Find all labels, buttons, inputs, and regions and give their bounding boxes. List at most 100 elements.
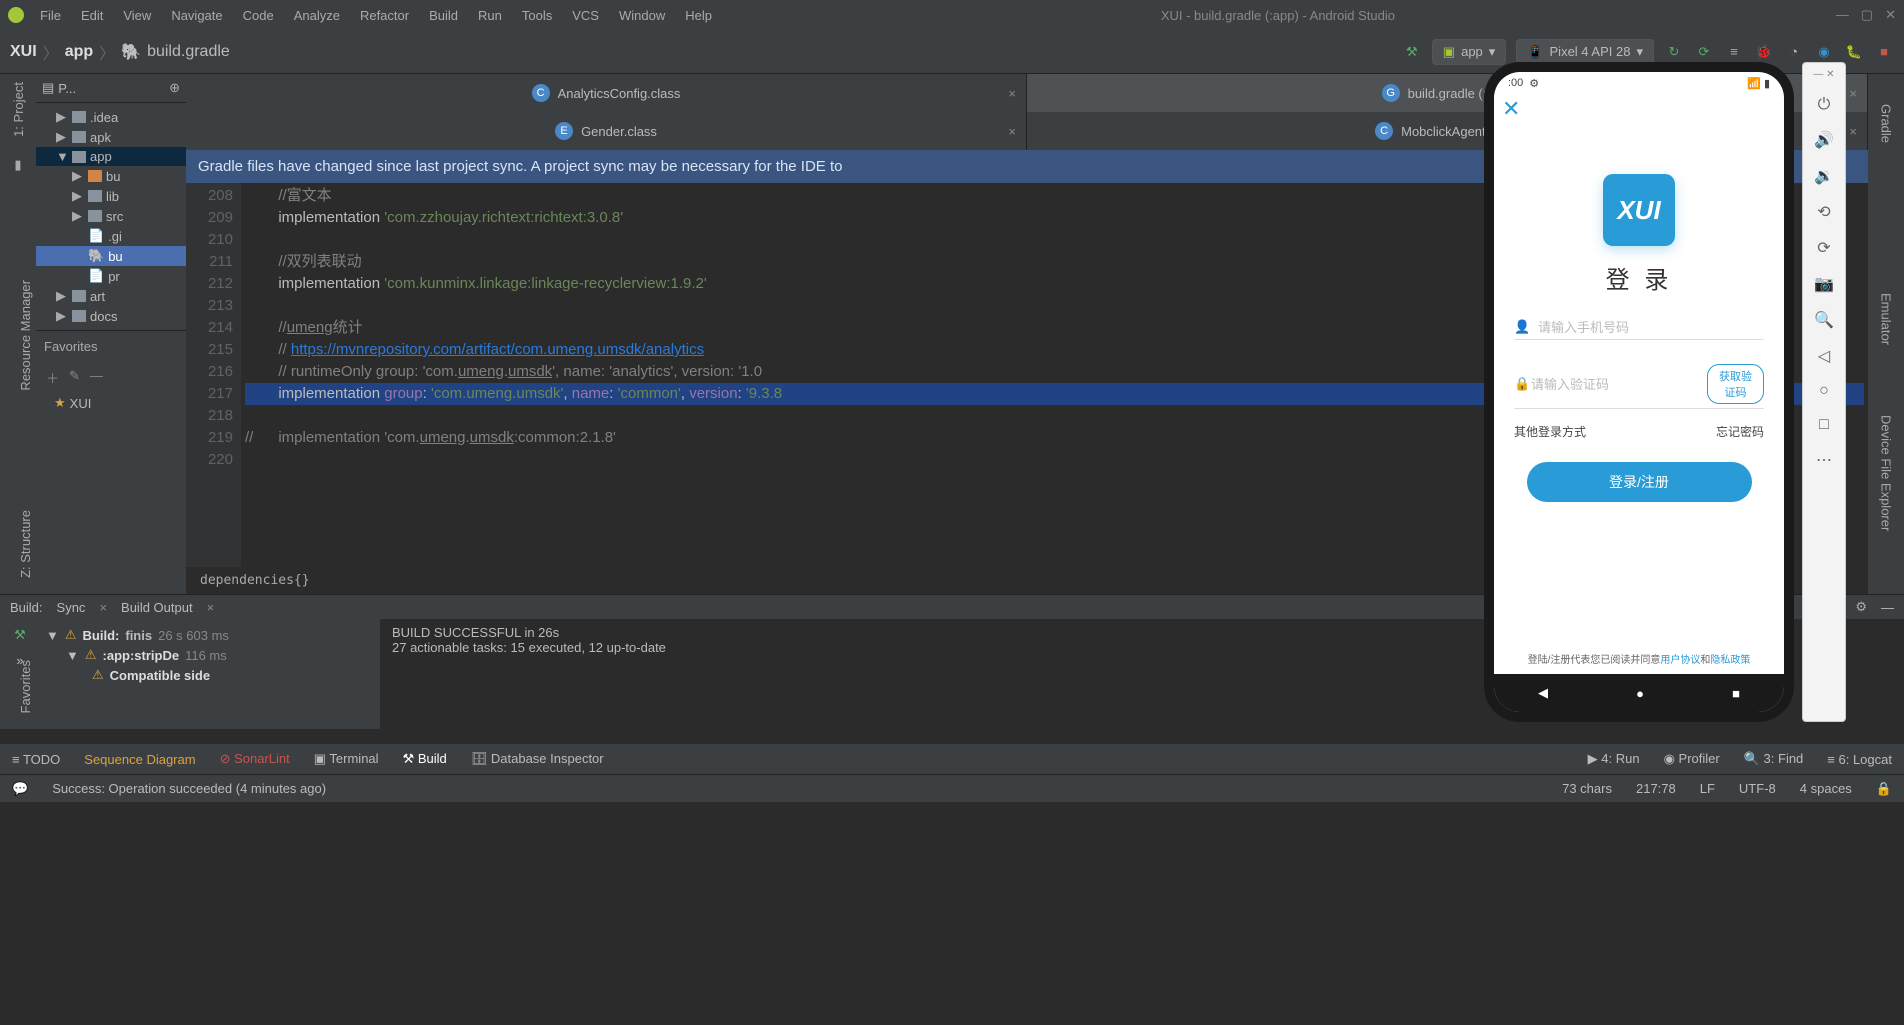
target-icon[interactable]: ⊕ [169,80,180,96]
event-log-icon[interactable]: 💬 [12,781,28,797]
volume-up-icon[interactable]: 🔊 [1814,130,1834,150]
hammer-icon[interactable]: ⚒ [14,627,26,643]
debug-step-icon[interactable]: ≡ [1724,42,1744,62]
other-login-link[interactable]: 其他登录方式 [1514,423,1586,440]
tool-gradle[interactable]: Gradle [1879,104,1894,143]
phone-screen[interactable]: :00 ⚙ 📶 ▮ ✕ XUI 登 录 👤 🔒 获取验证码 其他登录方式 [1494,72,1784,712]
lock-icon[interactable]: 🔒 [1876,781,1892,797]
tree-item-bu[interactable]: ▶bu [36,166,186,186]
menu-help[interactable]: Help [677,6,720,25]
tree-item-docs[interactable]: ▶docs [36,306,186,326]
tool-logcat[interactable]: ≡ 6: Logcat [1827,752,1892,767]
tree-item-art[interactable]: ▶art [36,286,186,306]
tree-item-.gi[interactable]: 📄.gi [36,226,186,246]
crumb-root[interactable]: XUI [10,43,37,61]
apply-changes-icon[interactable]: ⟳ [1694,42,1714,62]
menu-build[interactable]: Build [421,6,466,25]
device-dropdown[interactable]: 📱 Pixel 4 API 28 ▾ [1516,39,1654,65]
menu-edit[interactable]: Edit [73,6,111,25]
tool-terminal[interactable]: ▣ Terminal [314,751,379,767]
phone-input[interactable] [1538,320,1764,335]
close-icon[interactable]: ✕ [1885,7,1896,23]
login-button[interactable]: 登录/注册 [1527,462,1752,502]
recent-icon[interactable]: ■ [1732,686,1740,701]
project-view-label[interactable]: P... [58,81,76,96]
menu-window[interactable]: Window [611,6,673,25]
build-tree[interactable]: ▼⚠Build: finis 26 s 603 ms▼⚠:app:stripDe… [40,619,380,729]
emu-recent-icon[interactable]: □ [1819,416,1829,434]
tool-build[interactable]: ⚒ Build [403,751,447,767]
project-tree[interactable]: ▶.idea▶apk▼app▶bu▶lib▶src📄.gi🐘bu📄pr▶art▶… [36,103,186,330]
tool-todo[interactable]: ≡ TODO [12,752,60,767]
menu-analyze[interactable]: Analyze [286,6,348,25]
fav-remove-icon[interactable]: — [90,368,103,387]
crumb-module[interactable]: app [65,43,93,61]
tool-structure[interactable]: Z: Structure [18,510,33,578]
more-icon[interactable]: ⋯ [1816,450,1832,470]
fav-edit-icon[interactable]: ✎ [69,368,80,387]
max-icon[interactable]: ▢ [1861,7,1873,23]
project-view-icon[interactable]: ▤ [42,80,54,96]
volume-down-icon[interactable]: 🔉 [1814,166,1834,186]
tool-favorites[interactable]: Favorites [18,660,33,713]
menu-file[interactable]: File [32,6,69,25]
tool-project[interactable]: 1: Project [11,82,26,137]
power-icon[interactable]: ⏻ [1818,96,1831,114]
tree-item-lib[interactable]: ▶lib [36,186,186,206]
fav-add-icon[interactable]: ＋ [46,368,59,387]
android-bug-icon[interactable]: 🐛 [1844,42,1864,62]
profiler-icon[interactable]: ◉ [1814,42,1834,62]
tab-close-icon[interactable]: × [99,600,107,615]
menu-code[interactable]: Code [235,6,282,25]
tree-item-pr[interactable]: 📄pr [36,266,186,286]
build-tree-item[interactable]: ▼⚠Build: finis 26 s 603 ms [46,625,374,645]
status-encoding[interactable]: UTF-8 [1739,781,1776,796]
build-tree-item[interactable]: ▼⚠:app:stripDe 116 ms [46,645,374,665]
hammer-icon[interactable]: ⚒ [1402,42,1422,62]
menu-view[interactable]: View [115,6,159,25]
zoom-icon[interactable]: 🔍 [1814,310,1834,330]
close-icon[interactable]: ✕ [1494,94,1784,124]
tab-close-icon[interactable]: × [1849,124,1857,139]
build-tab-output[interactable]: Build Output [121,600,193,615]
status-indent[interactable]: 4 spaces [1800,781,1852,796]
tree-item-src[interactable]: ▶src [36,206,186,226]
tab-close-icon[interactable]: × [1849,86,1857,101]
tool-profiler[interactable]: ◉ Profiler [1664,751,1720,767]
tool-find[interactable]: 🔍 3: Find [1744,751,1804,767]
emu-min-icon[interactable]: — ✕ [1813,69,1834,80]
run-config-dropdown[interactable]: ▣ app ▾ [1432,39,1507,65]
tab-close-icon[interactable]: × [1008,124,1016,139]
build-tab-sync[interactable]: Sync [57,600,86,615]
menu-tools[interactable]: Tools [514,6,560,25]
privacy-link[interactable]: 隐私政策 [1710,655,1750,666]
crumb-file[interactable]: build.gradle [147,43,230,61]
menu-navigate[interactable]: Navigate [163,6,230,25]
rotate-left-icon[interactable]: ⟲ [1817,202,1830,222]
build-tree-item[interactable]: ⚠Compatible side [46,665,374,685]
tool-resource-manager[interactable]: Resource Manager [18,280,33,391]
home-icon[interactable]: ● [1636,686,1644,701]
folder-icon[interactable]: ▮ [14,157,21,173]
tool-sequence-diagram[interactable]: Sequence Diagram [84,752,195,767]
tool-db-inspector[interactable]: 🗄 Database Inspector [471,751,604,767]
tree-item-apk[interactable]: ▶apk [36,127,186,147]
status-line-ending[interactable]: LF [1700,781,1715,796]
tree-item-app[interactable]: ▼app [36,147,186,166]
menu-run[interactable]: Run [470,6,510,25]
gear-icon[interactable]: ⚙ [1855,599,1867,615]
emu-home-icon[interactable]: ○ [1819,382,1829,400]
fav-item[interactable]: XUI [70,396,92,411]
tree-item-.idea[interactable]: ▶.idea [36,107,186,127]
coverage-icon[interactable]: ◔ [1784,42,1804,62]
tool-run[interactable]: ▶ 4: Run [1588,751,1640,767]
editor-tab[interactable]: EGender.class× [186,112,1027,150]
debug-icon[interactable]: 🐞 [1754,42,1774,62]
camera-icon[interactable]: 📷 [1814,274,1834,294]
emu-back-icon[interactable]: ◁ [1818,346,1830,366]
get-code-button[interactable]: 获取验证码 [1707,364,1764,404]
tool-sonarlint[interactable]: ⊘ SonarLint [220,751,290,767]
tree-item-bu[interactable]: 🐘bu [36,246,186,266]
editor-tab[interactable]: CAnalyticsConfig.class× [186,74,1027,112]
tool-emulator[interactable]: Emulator [1879,293,1894,345]
